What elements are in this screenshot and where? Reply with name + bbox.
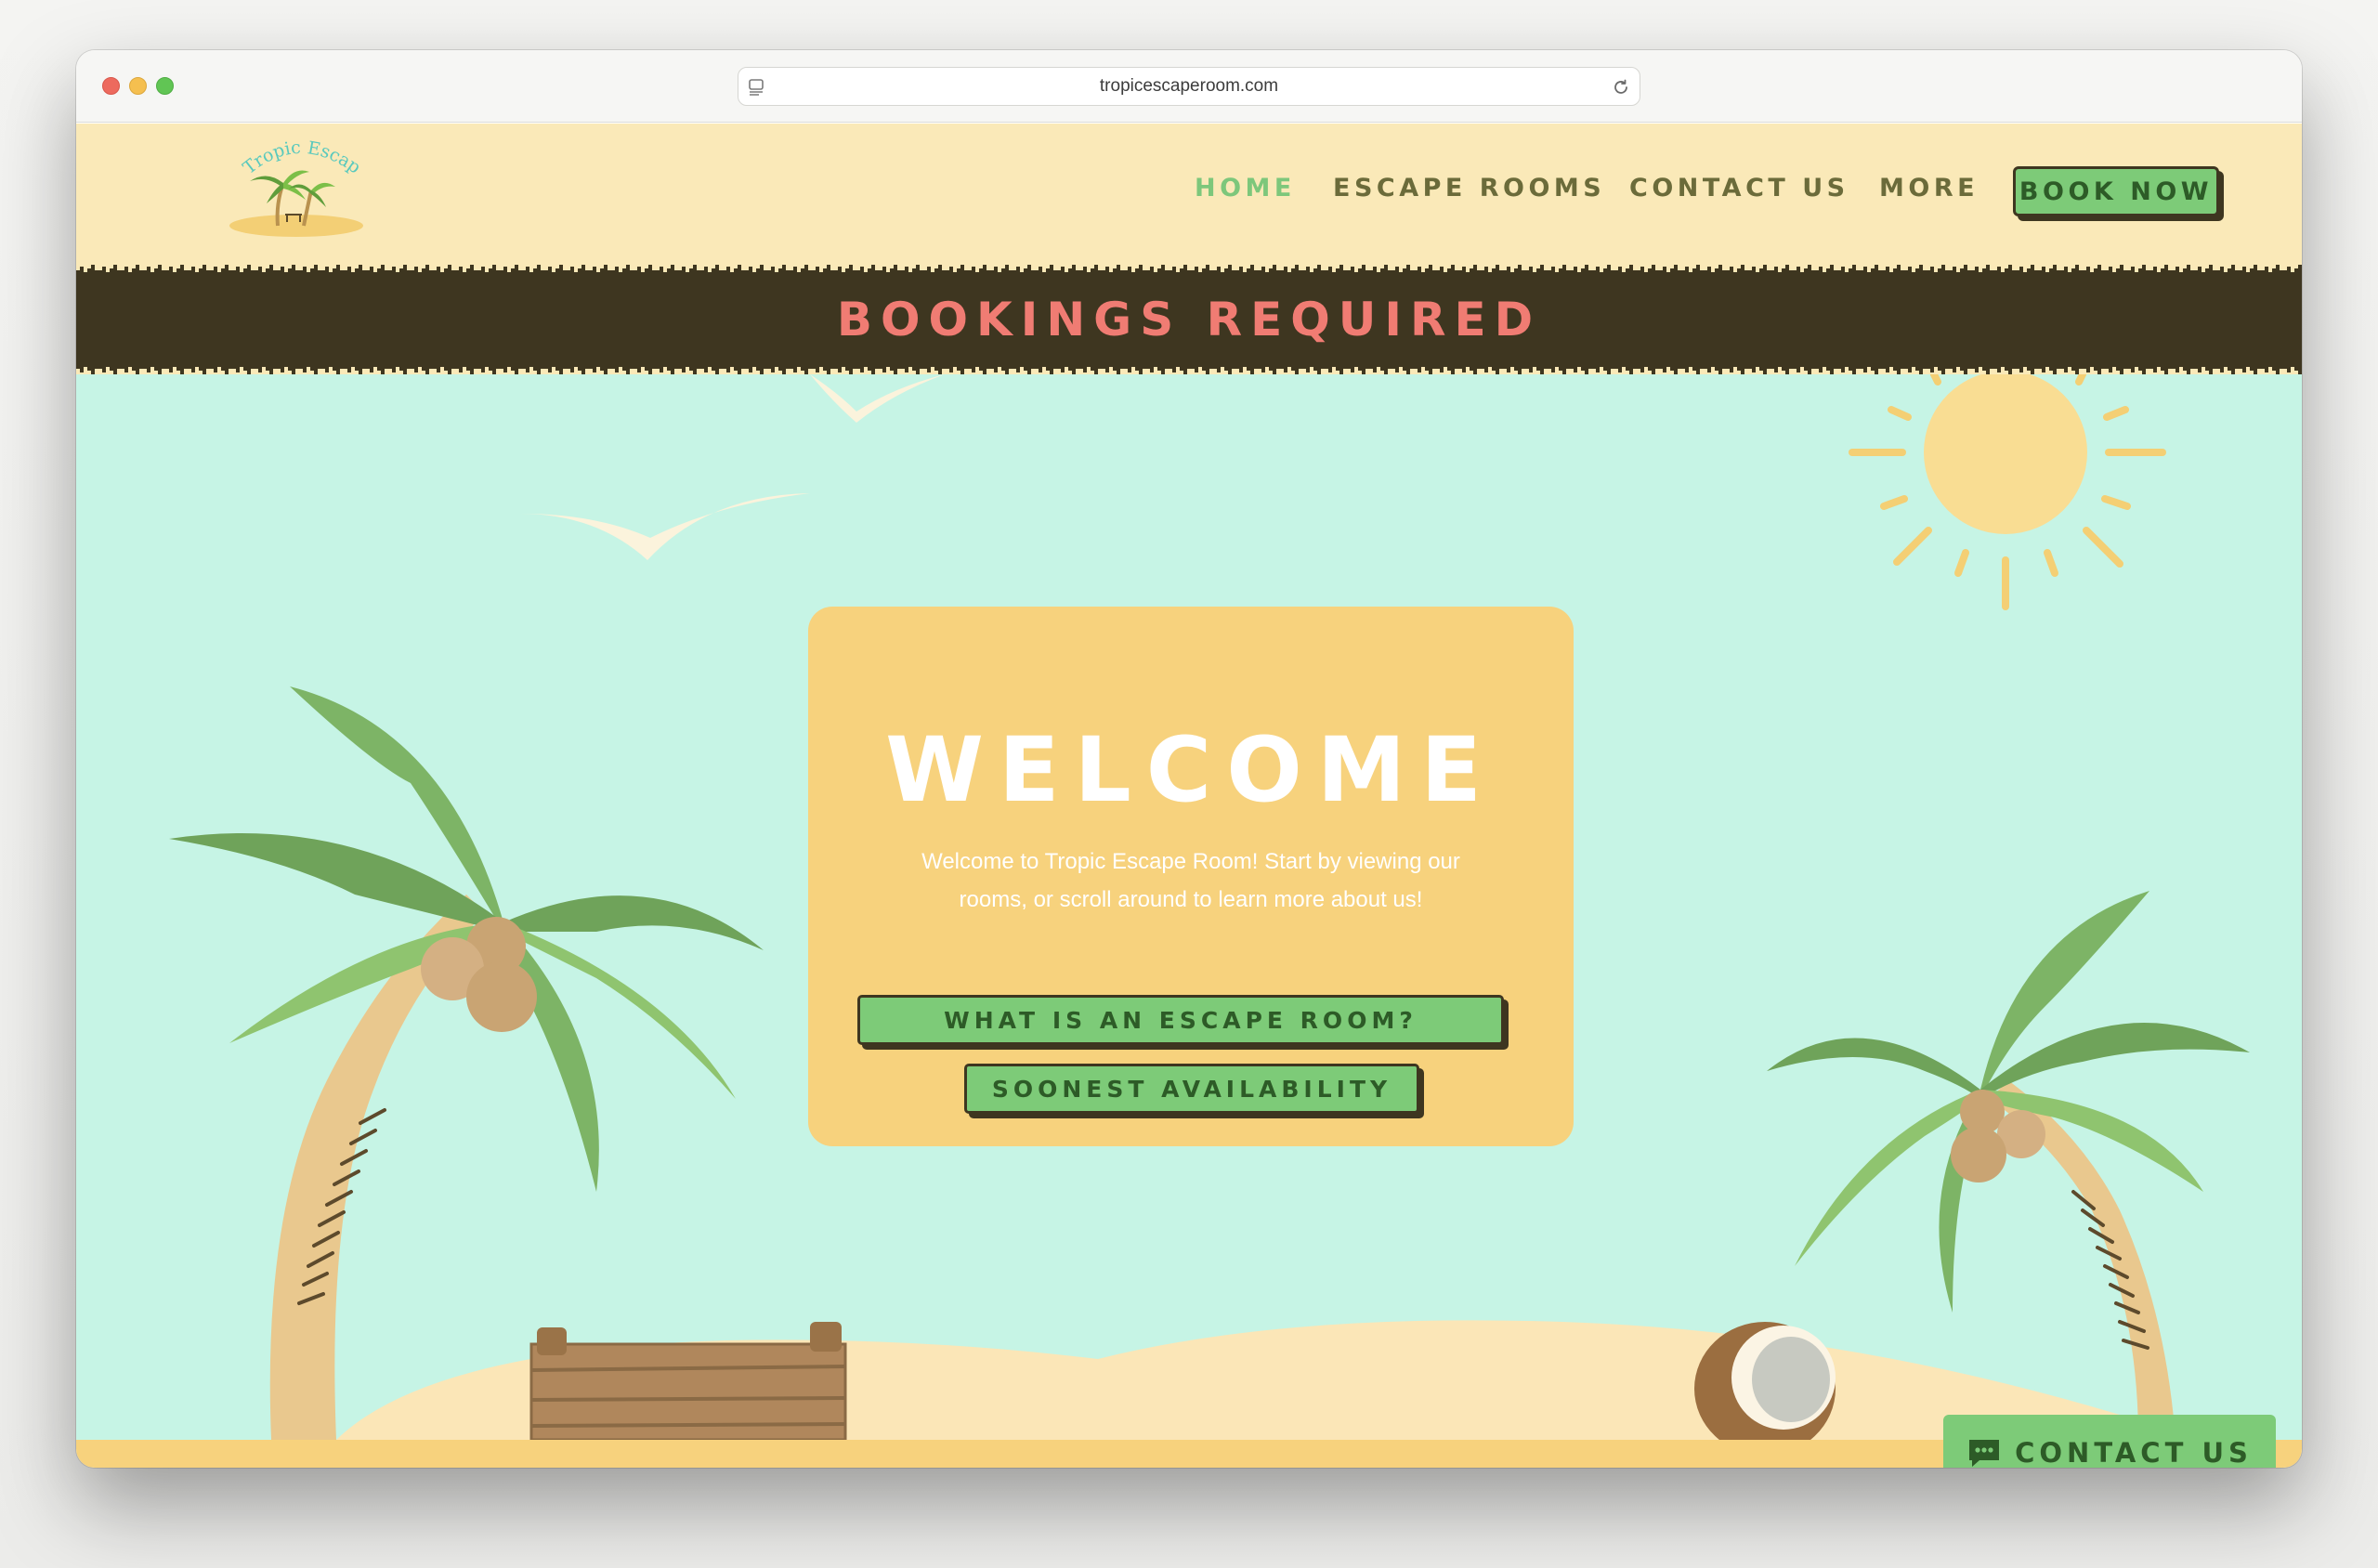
wooden-crate-icon [529, 1322, 847, 1440]
hero-section: WELCOME Welcome to Tropic Escape Room! S… [76, 374, 2302, 1440]
nav-escape-rooms[interactable]: ESCAPE ROOMS [1333, 174, 1605, 203]
url-text: tropicescaperoom.com [1099, 76, 1279, 96]
nav-more[interactable]: MORE [1879, 174, 1979, 203]
banner-bottom-edge [76, 361, 2302, 374]
close-window-button[interactable] [102, 77, 120, 95]
nav-home[interactable]: HOME [1195, 174, 1296, 203]
browser-toolbar: tropicescaperoom.com [76, 50, 2302, 123]
browser-window: tropicescaperoom.com Tropic Escap HOME E… [76, 50, 2302, 1468]
contact-us-floating-button[interactable]: CONTACT US [1943, 1415, 2276, 1468]
sun-icon [1849, 374, 2166, 610]
reload-icon[interactable] [1610, 76, 1632, 98]
welcome-title: WELCOME [885, 718, 1496, 822]
welcome-text: Welcome to Tropic Escape Room! Start by … [921, 849, 1460, 912]
address-bar[interactable]: tropicescaperoom.com [738, 67, 1640, 106]
seagull-icon [810, 374, 945, 423]
web-page: Tropic Escape HOME ESCAPE ROOMS CONTACT … [76, 124, 2302, 1468]
banner-top-edge [76, 265, 2302, 278]
page-icon [749, 79, 764, 96]
minimize-window-button[interactable] [129, 77, 147, 95]
main-nav: HOME ESCAPE ROOMS CONTACT US MORE BOOK N… [76, 166, 2302, 222]
contact-us-floating-label: CONTACT US [2015, 1437, 2253, 1468]
book-now-button[interactable]: BOOK NOW [2013, 166, 2219, 216]
soonest-availability-button[interactable]: SOONEST AVAILABILITY [964, 1064, 1419, 1114]
nav-contact-us[interactable]: CONTACT US [1629, 174, 1849, 203]
what-is-escape-room-button[interactable]: WHAT IS AN ESCAPE ROOM? [857, 995, 1504, 1045]
chat-bubble-icon [1969, 1440, 2000, 1467]
seagull-icon [520, 493, 810, 560]
bookings-banner: BOOKINGS REQUIRED [76, 265, 2302, 374]
welcome-card: WELCOME Welcome to Tropic Escape Room! S… [808, 607, 1574, 1146]
site-header: Tropic Escape HOME ESCAPE ROOMS CONTACT … [76, 124, 2302, 265]
zoom-window-button[interactable] [156, 77, 174, 95]
banner-text: BOOKINGS REQUIRED [836, 293, 1542, 346]
